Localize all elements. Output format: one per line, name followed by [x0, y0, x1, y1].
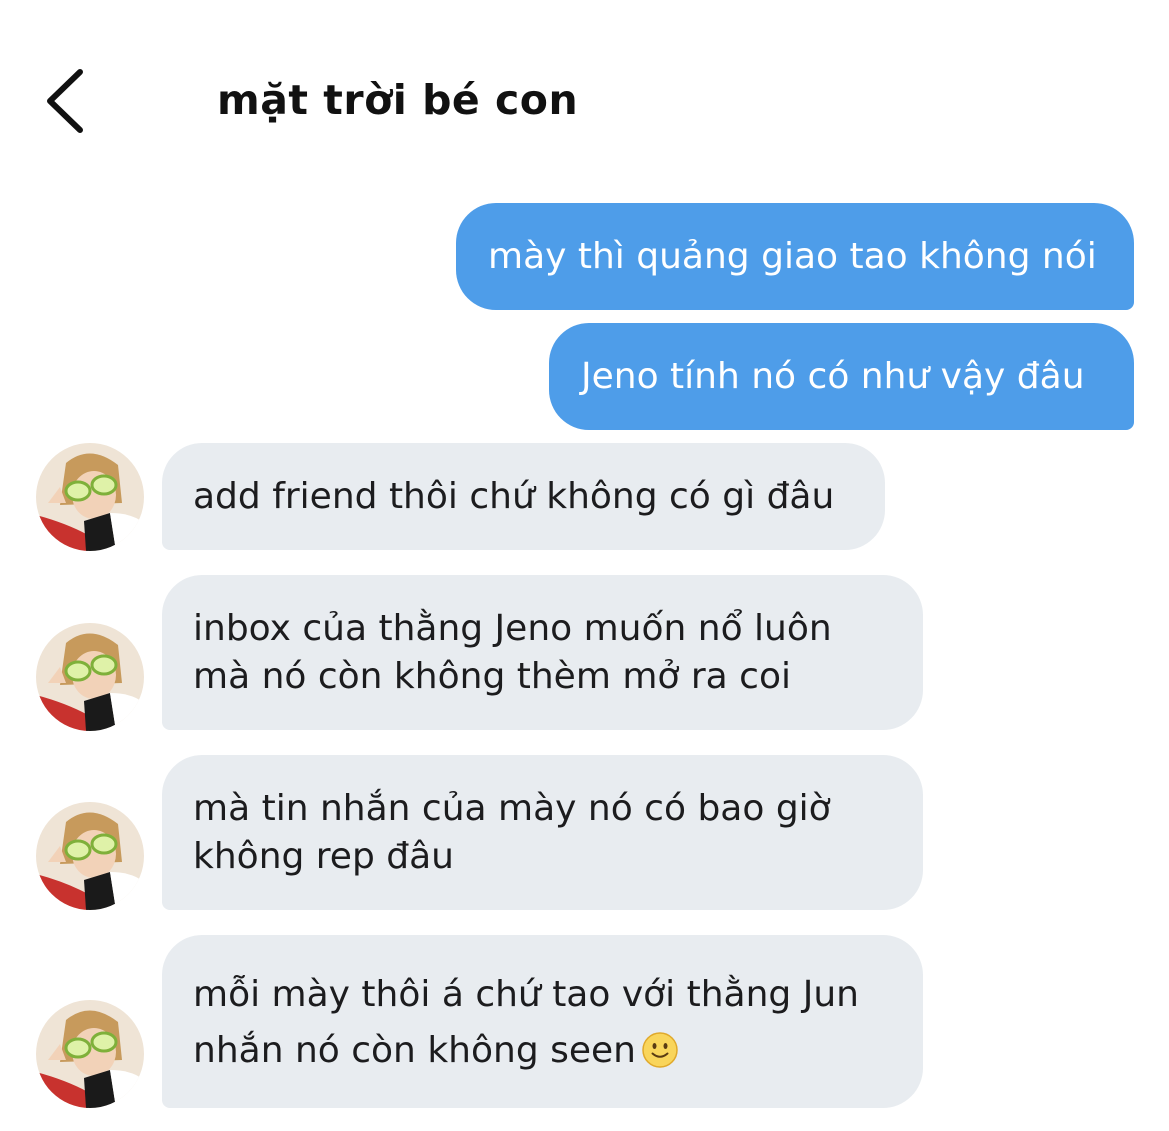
message-text: mà tin nhắn của mày nó có bao giờ [193, 788, 831, 829]
sent-message[interactable]: mày thì quảng giao tao không nói [456, 203, 1134, 310]
sent-message[interactable]: Jeno tính nó có như vậy đâu [549, 323, 1134, 430]
avatar[interactable] [36, 623, 144, 731]
avatar[interactable] [36, 802, 144, 910]
message-text: inbox của thằng Jeno muốn nổ luôn [193, 608, 832, 649]
avatar[interactable] [36, 1000, 144, 1108]
message-text: Jeno tính nó có như vậy đâu [581, 356, 1085, 397]
message-thread: mày thì quảng giao tao không nói Jeno tí… [0, 0, 1169, 1131]
slightly-smiling-face-icon [642, 1032, 678, 1068]
message-text: add friend thôi chứ không có gì đâu [193, 476, 835, 517]
received-message[interactable]: inbox của thằng Jeno muốn nổ luôn mà nó … [162, 575, 923, 730]
message-text: không rep đâu [193, 836, 454, 877]
message-text: mày thì quảng giao tao không nói [488, 236, 1097, 277]
message-text: nhắn nó còn không seen [193, 1030, 636, 1071]
avatar[interactable] [36, 443, 144, 551]
received-message[interactable]: mà tin nhắn của mày nó có bao giờ không … [162, 755, 923, 910]
message-text: mà nó còn không thèm mở ra coi [193, 656, 791, 697]
profile-photo [36, 1000, 144, 1108]
received-message[interactable]: mỗi mày thôi á chứ tao với thằng Jun nhắ… [162, 935, 923, 1108]
message-text: mỗi mày thôi á chứ tao với thằng Jun [193, 974, 859, 1015]
profile-photo [36, 802, 144, 910]
profile-photo [36, 623, 144, 731]
profile-photo [36, 443, 144, 551]
received-message[interactable]: add friend thôi chứ không có gì đâu [162, 443, 885, 550]
message-line-with-emoji: nhắn nó còn không seen [193, 1023, 892, 1079]
